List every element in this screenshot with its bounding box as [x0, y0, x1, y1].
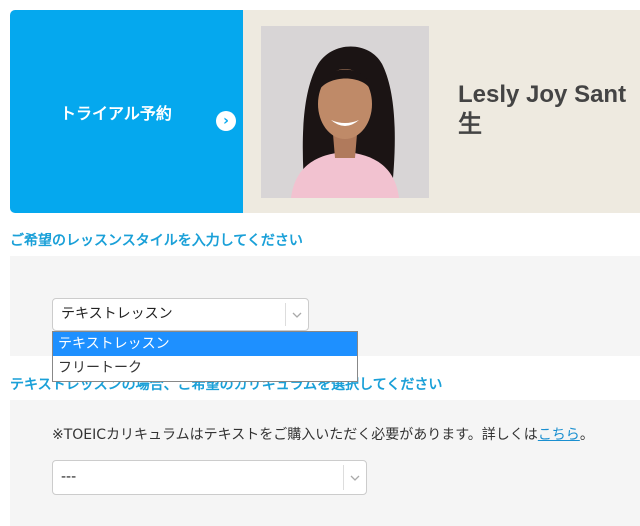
dropdown-option-free-talk[interactable]: フリートーク	[53, 356, 357, 380]
curriculum-select[interactable]: ---	[52, 460, 367, 495]
trial-reservation-button[interactable]: トライアル予約 ›	[10, 10, 243, 213]
toeic-note-text: ※TOEICカリキュラムはテキストをご購入いただく必要があります。詳しくは	[52, 427, 538, 443]
lesson-style-select[interactable]: テキストレッスン	[52, 298, 309, 331]
teacher-name: Lesly Joy Sant 生	[458, 80, 626, 140]
lesson-style-dropdown: テキストレッスン フリートーク	[52, 331, 358, 382]
lesson-style-selected: テキストレッスン	[61, 306, 173, 322]
chevron-down-icon	[285, 303, 308, 326]
teacher-name-line2: 生	[458, 111, 482, 138]
toeic-note-end: 。	[579, 427, 594, 443]
lesson-style-heading: ご希望のレッスンスタイルを入力してください	[10, 233, 303, 249]
trial-reservation-label: トライアル予約	[60, 104, 172, 123]
teacher-name-line1: Lesly Joy Sant	[458, 81, 627, 108]
curriculum-selected: ---	[61, 469, 77, 485]
toeic-note: ※TOEICカリキュラムはテキストをご購入いただく必要があります。詳しくはこちら…	[52, 424, 594, 444]
teacher-photo	[261, 26, 429, 198]
details-link[interactable]: こちら	[538, 427, 580, 443]
chevron-down-icon	[343, 465, 366, 490]
dropdown-option-text-lesson[interactable]: テキストレッスン	[53, 332, 357, 356]
chevron-right-icon: ›	[216, 111, 236, 131]
